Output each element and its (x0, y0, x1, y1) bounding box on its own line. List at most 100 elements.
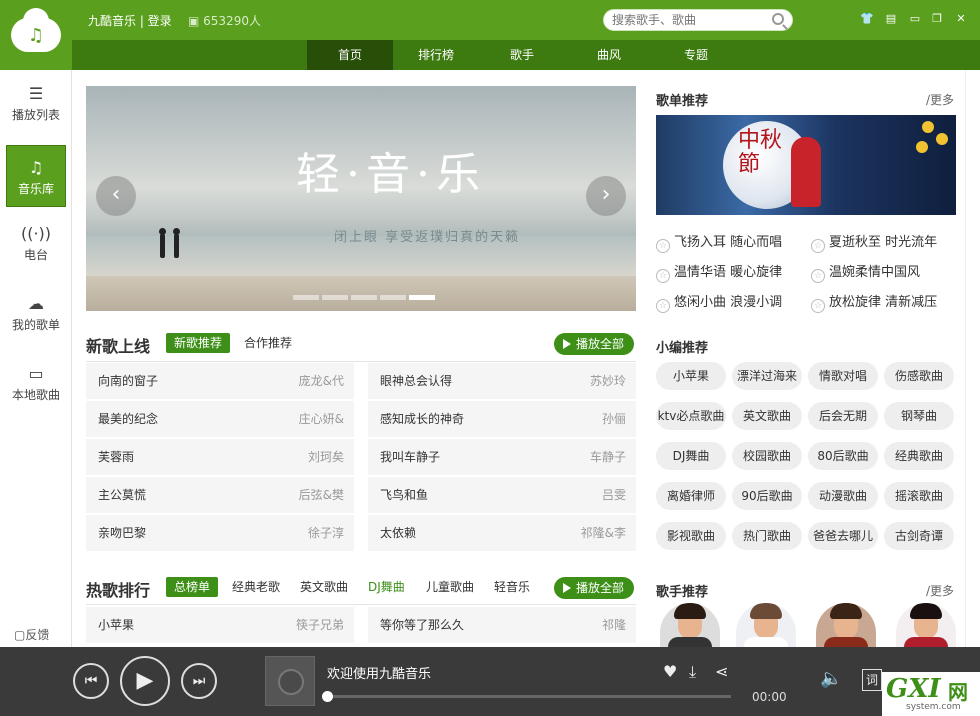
sidebar-item-my-playlists[interactable]: ☁ 我的歌单 (6, 282, 66, 344)
list-item[interactable]: 主公莫慌 后弦&樊 (86, 477, 354, 513)
tag-item[interactable]: 校园歌曲 (732, 442, 802, 470)
sidebar-item-radio[interactable]: ((·)) 电台 (6, 212, 66, 274)
tab-topics[interactable]: 专题 (653, 40, 739, 70)
more-link[interactable]: /更多 (926, 91, 954, 108)
tag-item[interactable]: 动漫歌曲 (808, 482, 878, 510)
tag-item[interactable]: 情歌对唱 (808, 362, 878, 390)
play-button[interactable]: ▶ (120, 656, 170, 706)
tag-item[interactable]: 小苹果 (656, 362, 726, 390)
list-item[interactable]: 太依赖 祁隆&李 (368, 515, 636, 551)
tab-dj[interactable]: DJ舞曲 (368, 577, 405, 597)
tag-item[interactable]: 英文歌曲 (732, 402, 802, 430)
tag-item[interactable]: 影视歌曲 (656, 522, 726, 550)
tab-genres[interactable]: 曲风 (566, 40, 652, 70)
previous-button[interactable]: ⏮ (73, 663, 109, 699)
skin-icon[interactable]: 👕 (860, 12, 874, 26)
list-item[interactable]: 感知成长的神奇 孙俪 (368, 401, 636, 437)
tag-item[interactable]: 古剑奇谭 (884, 522, 954, 550)
tag-item[interactable]: 热门歌曲 (732, 522, 802, 550)
next-button[interactable]: ⏭ (181, 663, 217, 699)
playlist-item[interactable]: ☆ 放松旋律 清新减压 (811, 291, 937, 313)
tag-item[interactable]: 80后歌曲 (808, 442, 878, 470)
list-item[interactable]: 眼神总会认得 苏妙玲 (368, 363, 636, 399)
search-icon[interactable] (772, 13, 784, 25)
playlist-item[interactable]: ☆ 悠闲小曲 浪漫小调 (656, 291, 782, 313)
tab-home[interactable]: 首页 (307, 40, 393, 70)
sidebar-item-playlist[interactable]: ☰ 播放列表 (6, 72, 66, 134)
list-item[interactable]: 芙蓉雨 刘珂矣 (86, 439, 354, 475)
sidebar-item-local[interactable]: ▭ 本地歌曲 (6, 352, 66, 414)
banner-dot[interactable] (351, 295, 377, 300)
tag-item[interactable]: 90后歌曲 (732, 482, 802, 510)
list-item[interactable]: 小苹果 筷子兄弟 (86, 607, 354, 643)
tab-total-chart[interactable]: 总榜单 (166, 577, 219, 597)
tag-item[interactable]: 爸爸去哪儿 (808, 522, 878, 550)
tag-item[interactable]: 伤感歌曲 (884, 362, 954, 390)
list-item[interactable]: 向南的窗子 庞龙&代 (86, 363, 354, 399)
maximize-icon[interactable]: ❐ (930, 12, 944, 26)
share-icon[interactable]: ⋖ (715, 662, 728, 681)
search-box[interactable] (603, 9, 793, 31)
list-item[interactable]: 等你等了那么久 祁隆 (368, 607, 636, 643)
tab-english[interactable]: 英文歌曲 (300, 577, 348, 597)
playlist-poster[interactable]: 中秋節 (656, 115, 956, 215)
banner-next-button[interactable]: › (586, 176, 626, 216)
tag-item[interactable]: 离婚律师 (656, 482, 726, 510)
playlist-item[interactable]: ☆ 飞扬入耳 随心而唱 (656, 231, 782, 253)
tag-item[interactable]: 漂洋过海来 (732, 362, 802, 390)
tab-charts[interactable]: 排行榜 (393, 40, 479, 70)
sidebar-item-library[interactable]: ♫ 音乐库 (6, 145, 66, 207)
progress-bar[interactable] (322, 691, 731, 702)
app-logo[interactable]: ♫ (0, 0, 72, 70)
tab-artists[interactable]: 歌手 (479, 40, 565, 70)
feedback-link[interactable]: ▢反馈 (14, 626, 49, 643)
tag-item[interactable]: 经典歌曲 (884, 442, 954, 470)
tag-item[interactable]: ktv必点歌曲 (656, 402, 726, 430)
artist-avatar[interactable] (816, 603, 876, 647)
artist-avatar[interactable] (896, 603, 956, 647)
download-icon[interactable]: ⤓ (689, 662, 696, 682)
tag-item[interactable]: DJ舞曲 (656, 442, 726, 470)
heart-icon[interactable]: ♥ (663, 662, 677, 681)
progress-knob[interactable] (322, 691, 333, 702)
artist-avatar[interactable] (736, 603, 796, 647)
banner-dot[interactable] (380, 295, 406, 300)
playlist-item[interactable]: ☆ 温婉柔情中国风 (811, 261, 920, 283)
banner-prev-button[interactable]: ‹ (96, 176, 136, 216)
users-icon: ▣ (188, 14, 204, 28)
brand-login-link[interactable]: 九酷音乐 | 登录 (88, 12, 172, 29)
avatar-hair (750, 603, 782, 619)
close-icon[interactable]: ✕ (954, 12, 968, 26)
search-input[interactable] (612, 10, 772, 30)
tag-item[interactable]: 钢琴曲 (884, 402, 954, 430)
list-item[interactable]: 亲吻巴黎 徐子淳 (86, 515, 354, 551)
playlist-item[interactable]: ☆ 温情华语 暖心旋律 (656, 261, 782, 283)
star-icon: ☆ (656, 299, 670, 313)
play-all-button[interactable]: 播放全部 (554, 333, 635, 355)
tag-item[interactable]: 后会无期 (808, 402, 878, 430)
tab-light-music[interactable]: 轻音乐 (494, 577, 530, 597)
tab-partner-recommend[interactable]: 合作推荐 (244, 333, 292, 353)
lyrics-button[interactable]: 词 (862, 669, 882, 691)
banner-carousel[interactable]: 轻·音·乐 闭上眼 享受返璞归真的天籁 (86, 86, 636, 311)
music-note-icon: ♫ (28, 158, 44, 177)
minimize-icon[interactable]: ▭ (908, 12, 922, 26)
volume-icon[interactable]: 🔈 (820, 668, 842, 689)
list-item[interactable]: 飞鸟和鱼 吕雯 (368, 477, 636, 513)
tab-classic[interactable]: 经典老歌 (232, 577, 280, 597)
banner-dot[interactable] (293, 295, 319, 300)
album-cover[interactable] (265, 656, 315, 706)
artist-avatar[interactable] (660, 603, 720, 647)
tab-children[interactable]: 儿童歌曲 (426, 577, 474, 597)
tab-new-recommend[interactable]: 新歌推荐 (166, 333, 231, 353)
play-all-button[interactable]: 播放全部 (554, 577, 635, 599)
playlist-item[interactable]: ☆ 夏逝秋至 时光流年 (811, 231, 937, 253)
more-link[interactable]: /更多 (926, 582, 954, 599)
list-item[interactable]: 最美的纪念 庄心妍& (86, 401, 354, 437)
scrollbar[interactable] (965, 70, 980, 647)
list-item[interactable]: 我叫车静子 车静子 (368, 439, 636, 475)
mini-icon[interactable]: ▤ (884, 12, 898, 26)
tag-item[interactable]: 摇滚歌曲 (884, 482, 954, 510)
banner-dot-active[interactable] (409, 295, 435, 300)
banner-dot[interactable] (322, 295, 348, 300)
